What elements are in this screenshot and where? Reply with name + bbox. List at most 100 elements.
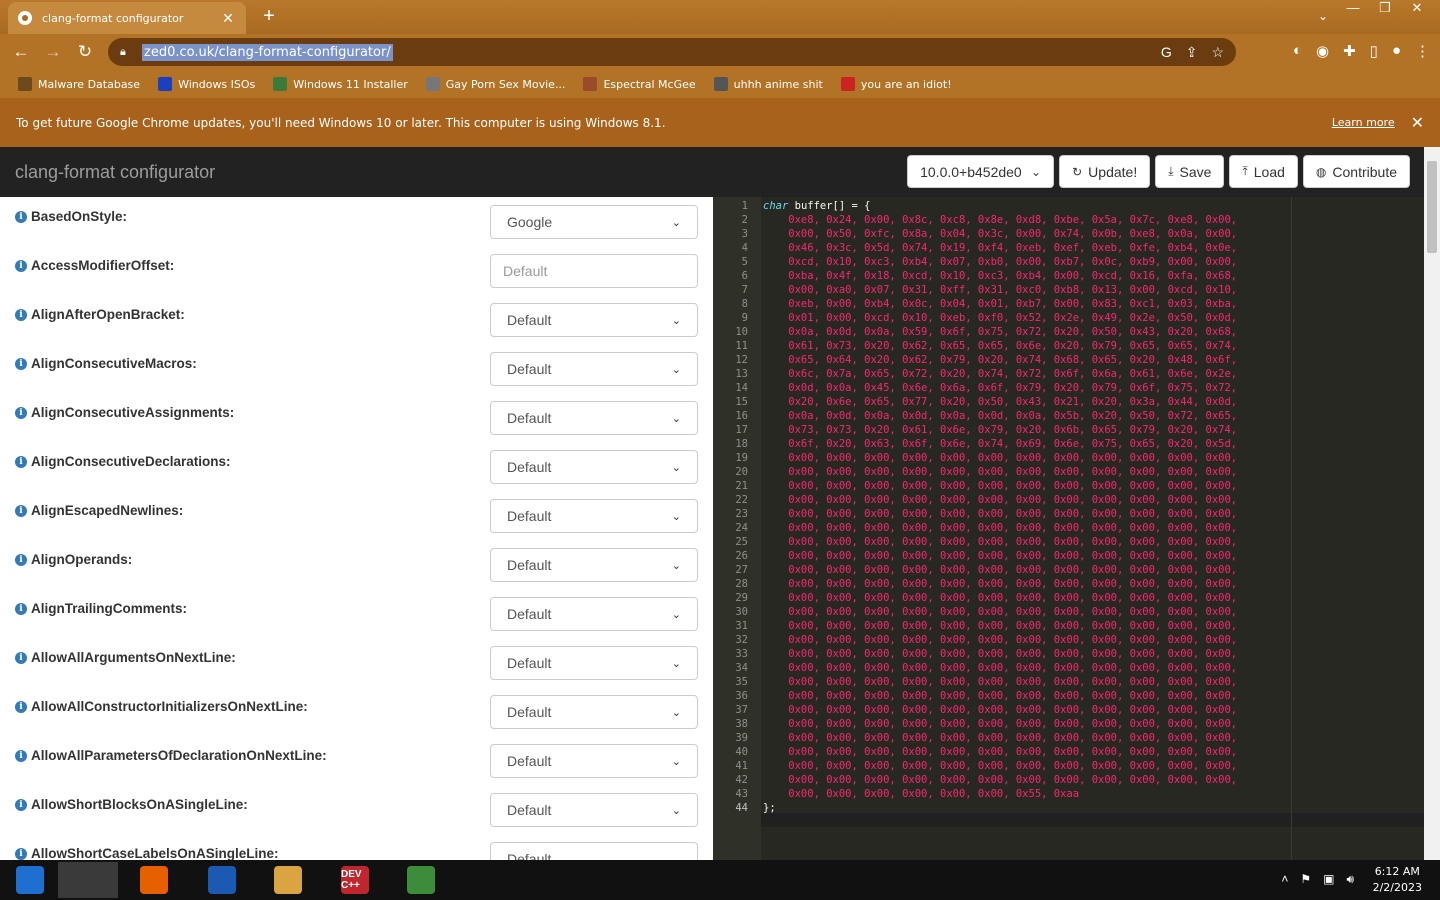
code-line[interactable]: 0xba, 0x4f, 0x18, 0xcd, 0x10, 0xc3, 0xb4…	[763, 269, 1237, 283]
option-select[interactable]: Default ⌄	[490, 744, 698, 778]
code-editor[interactable]: 1 2 3 4 5 6 7 8 9 10 11 12 13 14 15 16 17 18 19 20 21 22 23 24 2…	[713, 197, 1424, 860]
code-line[interactable]: 0xcd, 0x10, 0xc3, 0xb4, 0x07, 0xb0, 0x00…	[763, 255, 1237, 269]
code-line[interactable]: 0x00, 0x50, 0xfc, 0x8a, 0x04, 0x3c, 0x00…	[763, 227, 1237, 241]
browser-tab[interactable]: clang-format configurator ✕	[8, 2, 246, 34]
code-line[interactable]: 0x65, 0x64, 0x20, 0x62, 0x79, 0x20, 0x74…	[763, 353, 1237, 367]
code-line[interactable]: 0xe8, 0x24, 0x00, 0x8c, 0xc8, 0x8e, 0xd8…	[763, 213, 1237, 227]
option-select[interactable]: Default ⌄	[490, 793, 698, 827]
code-line[interactable]: 0x0a, 0x0d, 0x0a, 0x59, 0x6f, 0x75, 0x72…	[763, 325, 1237, 339]
reload-icon[interactable]: ↻	[74, 42, 96, 62]
code-line[interactable]: 0x00, 0x00, 0x00, 0x00, 0x00, 0x00, 0x00…	[763, 619, 1237, 633]
taskbar-app[interactable]	[124, 862, 184, 898]
info-icon[interactable]: i	[15, 651, 27, 664]
code-line[interactable]: 0x00, 0x00, 0x00, 0x00, 0x00, 0x00, 0x00…	[763, 675, 1237, 689]
info-icon[interactable]: i	[15, 357, 27, 370]
option-select[interactable]: Default ⌄	[490, 548, 698, 582]
code-line[interactable]: 0x00, 0x00, 0x00, 0x00, 0x00, 0x00, 0x00…	[763, 689, 1237, 703]
code-line[interactable]: char buffer[] = {	[763, 199, 870, 213]
info-icon[interactable]: i	[15, 700, 27, 713]
code-line[interactable]: 0x00, 0x00, 0x00, 0x00, 0x00, 0x00, 0x00…	[763, 549, 1237, 563]
page-scrollbar[interactable]	[1424, 147, 1440, 860]
option-select[interactable]: Default ⌄	[490, 352, 698, 386]
save-button[interactable]: ⤓ Save	[1155, 155, 1225, 188]
code-line[interactable]: 0x00, 0x00, 0x00, 0x00, 0x00, 0x00, 0x00…	[763, 591, 1237, 605]
code-line[interactable]: 0x00, 0x00, 0x00, 0x00, 0x00, 0x00, 0x00…	[763, 451, 1237, 465]
code-line[interactable]: 0x00, 0x00, 0x00, 0x00, 0x00, 0x00, 0x00…	[763, 759, 1237, 773]
option-select[interactable]: Google ⌄	[490, 205, 698, 239]
code-line[interactable]: 0x6f, 0x20, 0x63, 0x6f, 0x6e, 0x74, 0x69…	[763, 437, 1237, 451]
code-line[interactable]: 0x00, 0x00, 0x00, 0x00, 0x00, 0x00, 0x00…	[763, 465, 1237, 479]
system-clock[interactable]: 6:12 AM 2/2/2023	[1373, 864, 1422, 896]
code-line[interactable]: 0x00, 0x00, 0x00, 0x00, 0x00, 0x00, 0x00…	[763, 535, 1237, 549]
code-line[interactable]: 0x00, 0x00, 0x00, 0x00, 0x00, 0x00, 0x00…	[763, 577, 1237, 591]
code-line[interactable]: 0x00, 0x00, 0x00, 0x00, 0x00, 0x00, 0x00…	[763, 773, 1237, 787]
bookmark-item[interactable]: Windows ISOs	[158, 77, 255, 91]
code-line[interactable]: 0x00, 0x00, 0x00, 0x00, 0x00, 0x00, 0x00…	[763, 745, 1237, 759]
update-button[interactable]: ↻ Update!	[1059, 155, 1151, 188]
code-line[interactable]: 0x00, 0x00, 0x00, 0x00, 0x00, 0x00, 0x00…	[763, 605, 1237, 619]
option-select[interactable]: Default ⌄	[490, 450, 698, 484]
info-icon[interactable]: i	[15, 504, 27, 517]
info-icon[interactable]: i	[15, 210, 27, 223]
option-input[interactable]: Default	[490, 254, 698, 288]
share-icon[interactable]: ⇪	[1186, 44, 1198, 61]
code-line[interactable]: 0xeb, 0x00, 0xb4, 0x0c, 0x04, 0x01, 0xb7…	[763, 297, 1237, 311]
profile-icon[interactable]: ●	[1392, 42, 1401, 60]
code-line[interactable]: 0x0d, 0x0a, 0x45, 0x6e, 0x6a, 0x6f, 0x79…	[763, 381, 1237, 395]
option-select[interactable]: Default ⌄	[490, 303, 698, 337]
code-line[interactable]: 0x46, 0x3c, 0x5d, 0x74, 0x19, 0xf4, 0xeb…	[763, 241, 1237, 255]
code-line[interactable]: 0x00, 0x00, 0x00, 0x00, 0x00, 0x00, 0x00…	[763, 717, 1237, 731]
extension-avatar-icon[interactable]: ◉	[1316, 42, 1329, 60]
app-brand[interactable]: clang-format configurator	[15, 162, 215, 183]
back-arrow-icon[interactable]: ←	[10, 42, 32, 62]
taskbar-app[interactable]	[58, 862, 118, 898]
option-select[interactable]: Default ⌄	[490, 646, 698, 680]
info-icon[interactable]: i	[15, 406, 27, 419]
bookmark-item[interactable]: Gay Porn Sex Movie...	[425, 77, 565, 91]
info-icon[interactable]: i	[15, 749, 27, 762]
code-line[interactable]: 0x61, 0x73, 0x20, 0x62, 0x65, 0x65, 0x6e…	[763, 339, 1237, 353]
taskbar-app[interactable]	[192, 862, 252, 898]
code-line[interactable]: 0x6c, 0x7a, 0x65, 0x72, 0x20, 0x74, 0x72…	[763, 367, 1237, 381]
minimize-icon[interactable]: —	[1342, 0, 1364, 16]
code-line[interactable]: 0x00, 0x00, 0x00, 0x00, 0x00, 0x00, 0x00…	[763, 731, 1237, 745]
info-icon[interactable]: i	[15, 602, 27, 615]
taskbar-app[interactable]	[258, 862, 318, 898]
volume-icon[interactable]: 🔊︎	[1346, 872, 1354, 887]
code-line[interactable]: };	[763, 801, 776, 815]
bookmark-item[interactable]: you are an idiot!	[840, 77, 952, 91]
info-icon[interactable]: i	[15, 455, 27, 468]
extension-flag-icon[interactable]: ◐	[1293, 42, 1302, 60]
version-select[interactable]: 10.0.0+b452de0 ⌄	[907, 155, 1055, 188]
tray-expand-icon[interactable]: ˄	[1281, 872, 1288, 887]
forward-arrow-icon[interactable]: →	[42, 42, 64, 62]
taskbar-app[interactable]: DEV C++	[325, 862, 385, 898]
infobar-close-icon[interactable]: ✕	[1411, 113, 1424, 132]
extensions-puzzle-icon[interactable]: ✚	[1343, 42, 1356, 60]
bookmark-item[interactable]: Malware Database	[18, 77, 140, 91]
code-line[interactable]: 0x0a, 0x0d, 0x0a, 0x0d, 0x0a, 0x0d, 0x0a…	[763, 409, 1237, 423]
new-tab-icon[interactable]: +	[258, 5, 280, 28]
info-icon[interactable]: i	[15, 308, 27, 321]
code-line[interactable]: 0x00, 0x00, 0x00, 0x00, 0x00, 0x00, 0x00…	[763, 507, 1237, 521]
bookmark-item[interactable]: uhhh anime shit	[713, 77, 823, 91]
menu-kebab-icon[interactable]: ⋮	[1415, 42, 1430, 60]
side-panel-icon[interactable]: ▯	[1370, 42, 1378, 60]
lock-icon[interactable]: 🔒︎	[120, 46, 134, 59]
tab-close-icon[interactable]: ✕	[220, 10, 236, 27]
code-line[interactable]: 0x00, 0x00, 0x00, 0x00, 0x00, 0x00, 0x00…	[763, 633, 1237, 647]
code-line[interactable]: 0x00, 0x00, 0x00, 0x00, 0x00, 0x00, 0x00…	[763, 479, 1237, 493]
code-line[interactable]: 0x01, 0x00, 0xcd, 0x10, 0xeb, 0xf0, 0x52…	[763, 311, 1237, 325]
code-line[interactable]: 0x00, 0x00, 0x00, 0x00, 0x00, 0x00, 0x00…	[763, 521, 1237, 535]
code-line[interactable]: 0x00, 0x00, 0x00, 0x00, 0x00, 0x00, 0x00…	[763, 493, 1237, 507]
option-select[interactable]: Default ⌄	[490, 401, 698, 435]
info-icon[interactable]: i	[15, 847, 27, 860]
code-line[interactable]: 0x00, 0x00, 0x00, 0x00, 0x00, 0x00, 0x00…	[763, 661, 1237, 675]
code-line[interactable]: 0x00, 0x00, 0x00, 0x00, 0x00, 0x00, 0x00…	[763, 563, 1237, 577]
restore-icon[interactable]: ❐	[1374, 0, 1396, 16]
code-line[interactable]: 0x00, 0x00, 0x00, 0x00, 0x00, 0x00, 0x55…	[763, 787, 1079, 801]
taskbar-app[interactable]	[0, 862, 60, 898]
window-close-icon[interactable]: ✕	[1406, 0, 1428, 16]
url-text[interactable]: zed0.co.uk/clang-format-configurator/	[142, 43, 393, 61]
address-bar[interactable]: 🔒︎ zed0.co.uk/clang-format-configurator/…	[108, 38, 1236, 66]
